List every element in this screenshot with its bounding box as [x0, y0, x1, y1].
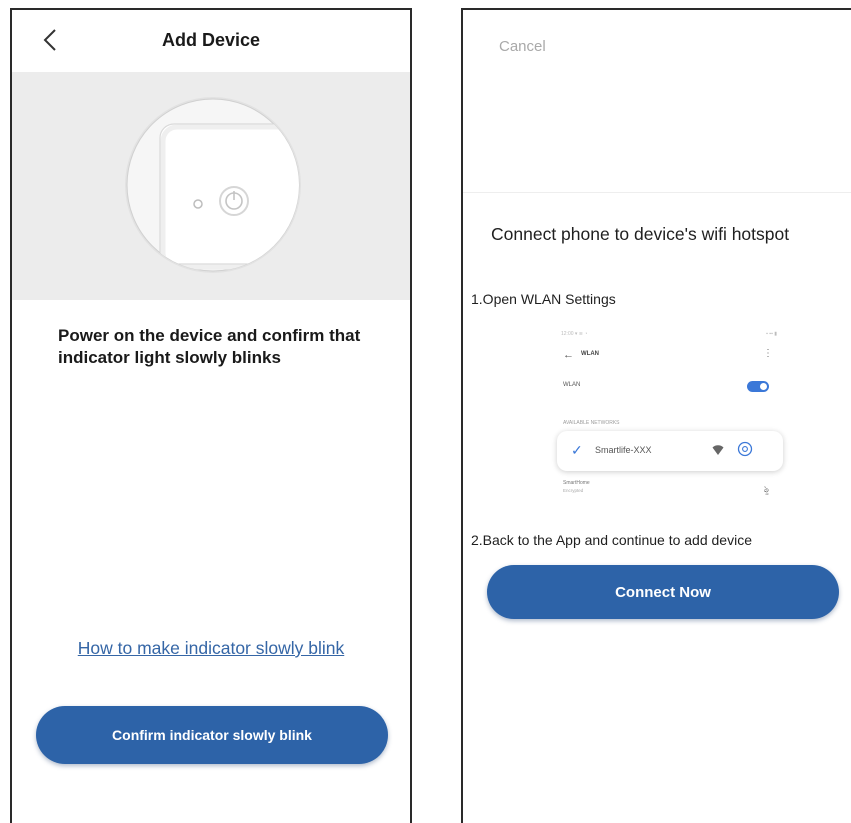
- mock-back-arrow-icon: ←: [563, 349, 574, 361]
- wlan-settings-mockup: 12:00 ▾ ≋ ◔ ▪ ▪▪ ▮ ← WLAN ⋮ WLAN AVAILAB…: [551, 326, 787, 512]
- mock-wlan-toggle: [747, 381, 769, 392]
- page-title: Add Device: [161, 30, 261, 50]
- lock-icon: ৡ: [763, 484, 769, 494]
- step-two: 2.Back to the App and continue to add de…: [471, 532, 752, 548]
- mock-other-network-name: SmartHome: [563, 480, 590, 486]
- mock-wlan-label: WLAN: [563, 382, 581, 388]
- device-hero: [12, 72, 410, 300]
- mock-nav-title: WLAN: [581, 351, 599, 357]
- instruction-text: Power on the device and confirm that ind…: [58, 326, 361, 367]
- header: Add Device: [12, 10, 410, 72]
- mock-status-right: ▪ ▪▪ ▮: [766, 331, 777, 337]
- hotspot-title: Connect phone to device's wifi hotspot: [491, 224, 790, 244]
- step-one: 1.Open WLAN Settings: [471, 291, 616, 307]
- help-link[interactable]: How to make indicator slowly blink: [12, 638, 410, 659]
- wifi-icon: [712, 445, 724, 455]
- mock-nav-bar: ← WLAN ⋮: [551, 342, 787, 368]
- info-icon: [737, 441, 753, 457]
- device-switch-icon: [125, 97, 301, 273]
- mock-network-name: Smartlife-XXX: [595, 445, 652, 455]
- mock-section-label: AVAILABLE NETWORKS: [563, 420, 620, 426]
- mock-other-network-sub: Encrypted: [563, 488, 584, 493]
- mock-wlan-row: WLAN: [551, 374, 787, 398]
- mock-status-left: 12:00 ▾ ≋ ◔: [561, 331, 588, 337]
- add-device-screen: Add Device Power on the device and confi…: [10, 8, 412, 823]
- hotspot-screen: Cancel Connect phone to device's wifi ho…: [461, 8, 851, 823]
- divider: [463, 192, 851, 193]
- connect-now-button[interactable]: Connect Now: [487, 565, 839, 619]
- confirm-button[interactable]: Confirm indicator slowly blink: [36, 706, 388, 764]
- mock-other-network: SmartHome Encrypted: [563, 480, 590, 493]
- cancel-button[interactable]: Cancel: [499, 38, 546, 55]
- mock-network-card: ✓ Smartlife-XXX: [557, 431, 783, 471]
- checkmark-icon: ✓: [571, 442, 583, 458]
- mock-more-icon: ⋮: [763, 348, 773, 359]
- mock-status-bar: 12:00 ▾ ≋ ◔ ▪ ▪▪ ▮: [551, 326, 787, 342]
